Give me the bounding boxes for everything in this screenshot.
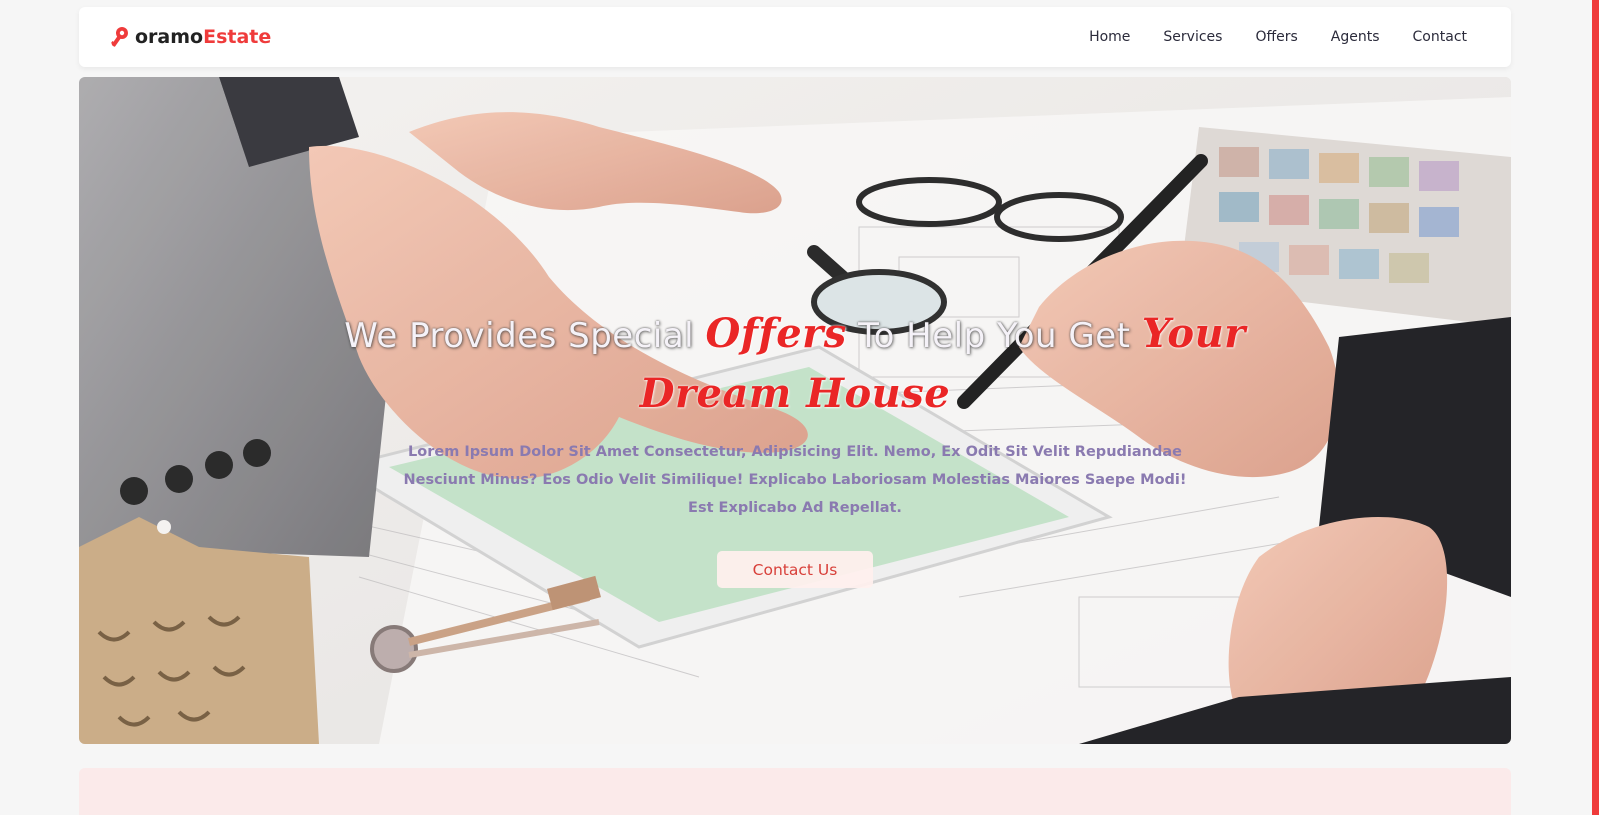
nav-link-offers[interactable]: Offers [1255, 29, 1297, 45]
contact-us-button[interactable]: Contact Us [717, 551, 873, 588]
hero-content: We Provides Special Offers To Help You G… [79, 77, 1511, 744]
key-icon [111, 27, 128, 47]
main-nav: Home Services Offers Agents Contact [1089, 7, 1467, 67]
nav-link-services[interactable]: Services [1163, 29, 1222, 45]
hero-description: Lorem Ipsum Dolor Sit Amet Consectetur, … [403, 444, 1187, 516]
page: oramo Estate Home Services Offers Agents … [0, 0, 1599, 815]
nav-link-agents[interactable]: Agents [1331, 29, 1380, 45]
nav-link-home[interactable]: Home [1089, 29, 1130, 45]
brand-name-prefix: oramo [135, 26, 204, 48]
services-section [79, 768, 1511, 815]
hero-title-part1: We Provides Special [344, 316, 706, 356]
hero-title-part2: To Help You Get [846, 316, 1142, 356]
hero-title: We Provides Special Offers To Help You G… [295, 305, 1295, 425]
brand-logo[interactable]: oramo Estate [110, 25, 271, 49]
brand-name-suffix: Estate [203, 26, 272, 48]
hero-section: We Provides Special Offers To Help You G… [79, 77, 1511, 744]
nav-link-contact[interactable]: Contact [1413, 29, 1467, 45]
navbar: oramo Estate Home Services Offers Agents … [79, 7, 1511, 67]
scrollbar[interactable] [1592, 0, 1599, 815]
hero-title-accent-offers: Offers [705, 310, 847, 357]
